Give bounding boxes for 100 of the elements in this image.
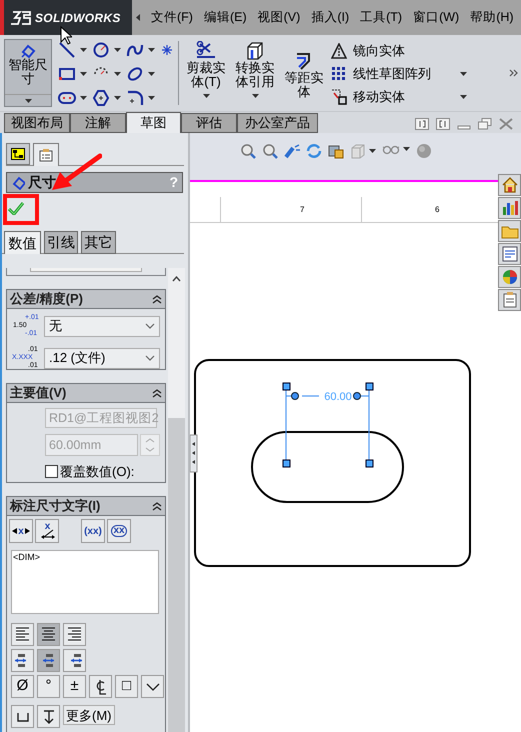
- tile-left-icon[interactable]: [415, 118, 429, 130]
- polygon-icon[interactable]: [92, 89, 110, 107]
- ribbon-tab[interactable]: 注解: [70, 113, 126, 133]
- collapse-handle[interactable]: [190, 434, 198, 472]
- caret-icon[interactable]: [460, 72, 467, 76]
- symbol-button[interactable]: □: [115, 675, 138, 698]
- menu-item[interactable]: 工具(T): [360, 8, 402, 27]
- caret-icon[interactable]: [80, 96, 87, 100]
- zoom-icon[interactable]: [262, 143, 278, 159]
- ellipse-icon[interactable]: [126, 65, 144, 83]
- scrollbar[interactable]: [168, 268, 185, 732]
- justify-button[interactable]: [63, 623, 86, 646]
- menu-item[interactable]: 窗口(W): [413, 8, 460, 27]
- task-pane-tab[interactable]: [498, 266, 521, 288]
- checkbox[interactable]: [45, 465, 58, 478]
- menu-item[interactable]: 文件(F): [151, 8, 193, 27]
- caret-icon[interactable]: [148, 96, 155, 100]
- symbol-button[interactable]: °: [37, 675, 60, 698]
- restore-icon[interactable]: [478, 118, 492, 130]
- circle-icon[interactable]: [92, 41, 110, 59]
- arrow-align-button[interactable]: [11, 649, 34, 672]
- caret-icon[interactable]: [114, 48, 121, 52]
- ribbon-list-item[interactable]: 移动实体: [353, 87, 405, 107]
- symbol-button[interactable]: [11, 705, 34, 728]
- ribbon-tool-button[interactable]: 转换实体引用: [233, 39, 277, 98]
- justify-button[interactable]: [37, 623, 60, 646]
- caret-icon[interactable]: [24, 99, 32, 103]
- previous-view-icon[interactable]: [284, 143, 300, 159]
- caret-icon[interactable]: [114, 72, 121, 76]
- rectangle-icon[interactable]: [58, 65, 76, 83]
- text-area[interactable]: <DIM>: [11, 550, 159, 614]
- ribbon-tool-button[interactable]: 等距实体: [282, 39, 326, 99]
- move-icon[interactable]: [331, 89, 347, 105]
- caret-icon[interactable]: [460, 95, 467, 99]
- caret-icon[interactable]: [402, 147, 410, 151]
- symbol-button[interactable]: ±: [63, 675, 86, 698]
- ribbon-list-item[interactable]: 镜向实体: [353, 41, 405, 61]
- dropdown[interactable]: 无: [44, 316, 160, 336]
- task-pane-tab[interactable]: [498, 289, 521, 311]
- ribbon-tool-button[interactable]: 剪裁实体(T): [184, 39, 228, 98]
- symbol-button[interactable]: [141, 675, 164, 698]
- angled-arrow-icon: [41, 529, 56, 539]
- symbol-button[interactable]: [89, 675, 112, 698]
- overflow-chevron-icon[interactable]: [509, 69, 518, 77]
- format-button[interactable]: xx: [107, 519, 131, 543]
- panel-tab[interactable]: 数值: [4, 231, 41, 254]
- fillet-icon[interactable]: [126, 89, 144, 107]
- task-pane-tab[interactable]: [498, 243, 521, 265]
- arrow-align-button[interactable]: [37, 649, 60, 672]
- arrow-align-button[interactable]: [63, 649, 86, 672]
- menu-item[interactable]: 编辑(E): [204, 8, 247, 27]
- collapse-icon[interactable]: [152, 388, 162, 398]
- collapse-icon[interactable]: [152, 294, 162, 304]
- caret-icon[interactable]: [148, 48, 155, 52]
- rotate-icon[interactable]: [306, 143, 322, 159]
- task-pane-tab[interactable]: [498, 174, 521, 196]
- feature-tree-tab[interactable]: [6, 143, 30, 165]
- grid-dots-icon[interactable]: [331, 66, 347, 82]
- justify-button[interactable]: [11, 623, 34, 646]
- ribbon-tab[interactable]: 草图: [126, 112, 181, 133]
- menu-item[interactable]: 视图(V): [258, 8, 300, 27]
- collapse-icon[interactable]: [152, 502, 162, 510]
- checkmark-icon[interactable]: [8, 201, 24, 215]
- menu-item[interactable]: 帮助(H): [470, 8, 514, 27]
- line-icon[interactable]: [58, 41, 76, 59]
- scrollbar-thumb[interactable]: [168, 418, 185, 732]
- task-pane-tab[interactable]: [498, 197, 521, 219]
- more-button[interactable]: 更多(M): [63, 705, 114, 725]
- mirror-icon[interactable]: [331, 43, 347, 59]
- slot-icon[interactable]: [58, 89, 76, 107]
- zoom-icon[interactable]: [240, 143, 256, 159]
- property-tab[interactable]: [33, 143, 59, 166]
- collapse-arrow-icon[interactable]: [136, 14, 140, 21]
- panel-tab[interactable]: 其它: [81, 231, 116, 254]
- caret-icon[interactable]: [114, 96, 121, 100]
- tile-right-icon[interactable]: [436, 118, 450, 130]
- dimension-drawing[interactable]: [282, 382, 374, 468]
- caret-icon[interactable]: [148, 72, 155, 76]
- caret-icon[interactable]: [202, 94, 210, 98]
- ribbon-list-item[interactable]: 线性草图阵列: [353, 64, 431, 84]
- scroll-up-icon[interactable]: [172, 276, 181, 282]
- caret-icon[interactable]: [368, 149, 376, 153]
- symbol-button[interactable]: [37, 705, 60, 728]
- format-button[interactable]: x: [35, 519, 59, 543]
- dropdown[interactable]: .12 (文件): [44, 348, 160, 368]
- format-button[interactable]: (xx): [81, 519, 105, 543]
- caret-icon[interactable]: [80, 48, 87, 52]
- display-style-icon[interactable]: [328, 143, 344, 159]
- caret-icon[interactable]: [80, 72, 87, 76]
- ribbon-tab[interactable]: 办公室产品: [237, 113, 318, 133]
- input-field[interactable]: [30, 268, 142, 272]
- menu-item[interactable]: 插入(I): [311, 8, 350, 27]
- point-icon[interactable]: [160, 43, 174, 57]
- ribbon-tab[interactable]: 评估: [181, 113, 237, 133]
- smart-dimension-button[interactable]: 智能尺寸: [4, 39, 52, 107]
- ribbon-tab[interactable]: 视图布局: [4, 113, 70, 133]
- panel-tab[interactable]: 引线: [44, 231, 78, 254]
- caret-icon[interactable]: [252, 94, 258, 98]
- format-button[interactable]: x: [9, 519, 33, 543]
- symbol-button[interactable]: Ø: [11, 675, 34, 698]
